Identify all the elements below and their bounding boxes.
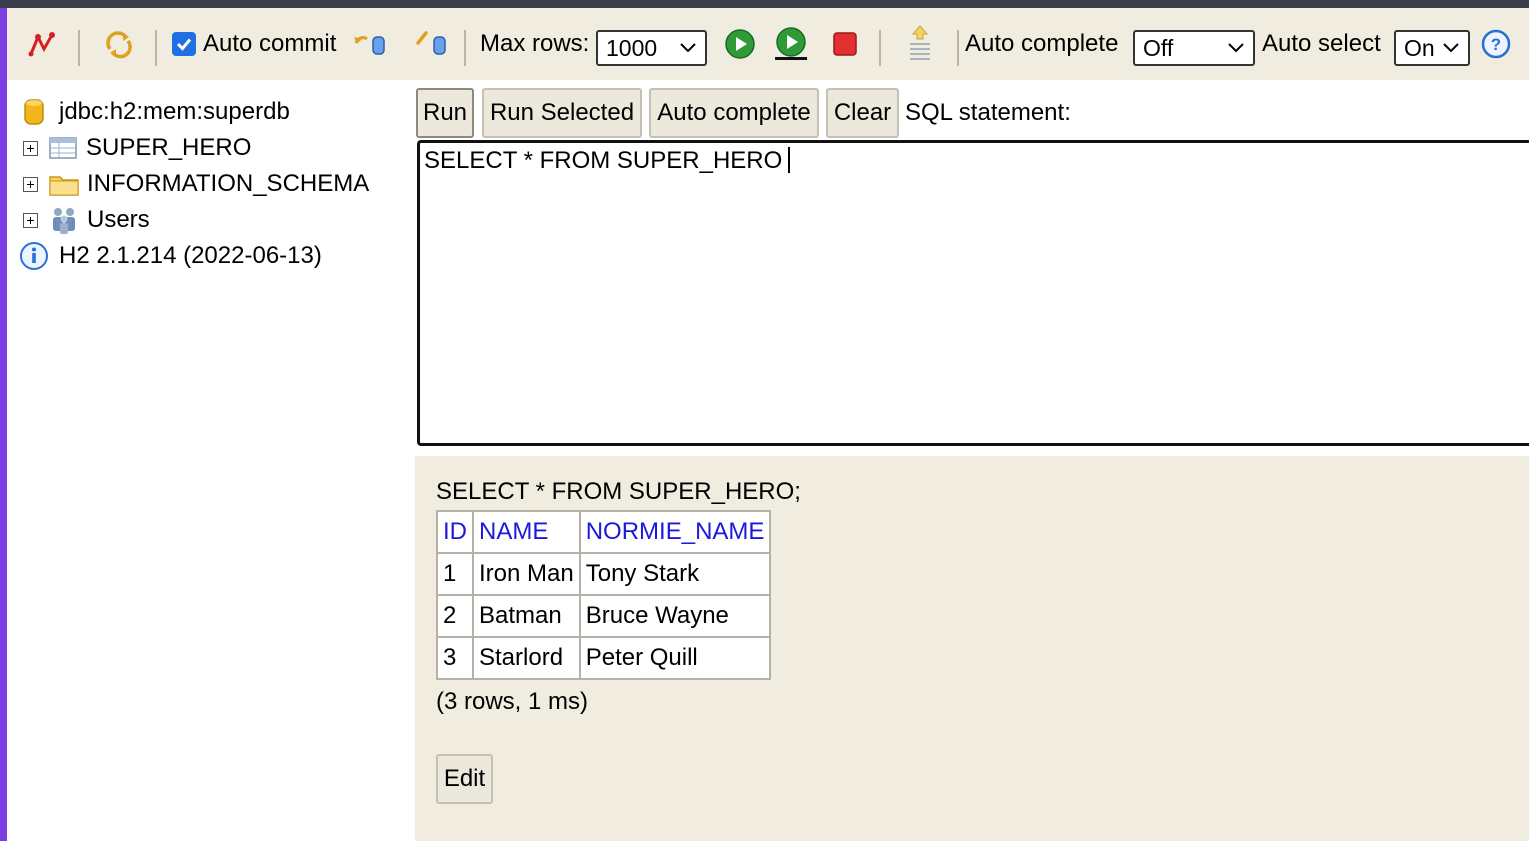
tree-item-label: Users bbox=[87, 206, 150, 233]
svg-text:?: ? bbox=[1491, 35, 1501, 54]
max-rows-select[interactable]: 1000 bbox=[596, 30, 707, 66]
info-icon bbox=[20, 242, 48, 270]
toolbar-separator bbox=[155, 30, 157, 66]
commit-icon[interactable] bbox=[412, 8, 452, 80]
toolbar-separator bbox=[78, 30, 80, 66]
chevron-down-icon bbox=[1228, 43, 1244, 53]
auto-select-select[interactable]: On bbox=[1394, 30, 1470, 66]
run-selected-icon[interactable] bbox=[771, 8, 811, 80]
database-icon bbox=[24, 99, 44, 125]
auto-complete-button[interactable]: Auto complete bbox=[649, 88, 819, 138]
tree-item-label: INFORMATION_SCHEMA bbox=[87, 170, 370, 197]
max-rows-label-wrap: Max rows: bbox=[480, 8, 589, 80]
table-cell: Iron Man bbox=[472, 552, 581, 596]
column-header-id[interactable]: ID bbox=[436, 510, 474, 554]
refresh-icon[interactable] bbox=[102, 8, 136, 80]
auto-complete-label-wrap: Auto complete bbox=[965, 8, 1118, 80]
max-rows-label: Max rows: bbox=[480, 30, 590, 57]
table-cell: Bruce Wayne bbox=[578, 594, 772, 638]
auto-commit-label: Auto commit bbox=[203, 30, 337, 57]
toolbar-separator bbox=[879, 30, 881, 66]
tree-item-super-hero[interactable]: SUPER_HERO bbox=[23, 131, 251, 165]
schema-tree: jdbc:h2:mem:superdb SUPER_HERO INFORMATI… bbox=[7, 80, 415, 841]
sql-statement-label: SQL statement: bbox=[905, 99, 1071, 126]
table-icon bbox=[49, 137, 77, 159]
table-cell: Batman bbox=[472, 594, 581, 638]
results-panel: SELECT * FROM SUPER_HERO; ID NAME NORMIE… bbox=[415, 456, 1529, 841]
auto-select-label-wrap: Auto select bbox=[1262, 8, 1381, 80]
table-cell: 2 bbox=[436, 594, 474, 638]
table-row: 2 Batman Bruce Wayne bbox=[436, 594, 772, 638]
history-icon[interactable] bbox=[903, 8, 937, 80]
sql-text: SELECT * FROM SUPER_HERO bbox=[424, 147, 783, 174]
edit-button[interactable]: Edit bbox=[436, 754, 493, 804]
text-caret bbox=[788, 147, 791, 173]
table-row: 3 Starlord Peter Quill bbox=[436, 636, 772, 680]
auto-complete-select[interactable]: Off bbox=[1133, 30, 1255, 66]
disconnect-icon[interactable] bbox=[25, 8, 59, 80]
run-selected-button[interactable]: Run Selected bbox=[482, 88, 642, 138]
column-header-name[interactable]: NAME bbox=[472, 510, 581, 554]
tree-item-label: SUPER_HERO bbox=[86, 134, 252, 161]
table-cell: 1 bbox=[436, 552, 474, 596]
chevron-down-icon bbox=[680, 43, 696, 53]
toolbar-separator bbox=[464, 30, 466, 66]
toolbar-separator bbox=[957, 30, 959, 66]
folder-icon bbox=[49, 176, 79, 196]
window-left-border bbox=[0, 8, 7, 841]
table-cell: Peter Quill bbox=[578, 636, 772, 680]
table-header-row: ID NAME NORMIE_NAME bbox=[436, 510, 772, 554]
table-cell: Starlord bbox=[472, 636, 581, 680]
users-icon bbox=[53, 208, 75, 234]
tree-version: H2 2.1.214 (2022-06-13) bbox=[19, 239, 322, 273]
rollback-icon[interactable] bbox=[351, 8, 391, 80]
expand-icon[interactable] bbox=[23, 212, 38, 228]
max-rows-value: 1000 bbox=[606, 34, 658, 61]
chevron-down-icon bbox=[1443, 43, 1459, 53]
stop-icon[interactable] bbox=[829, 8, 861, 80]
auto-commit-checkbox[interactable] bbox=[172, 32, 196, 56]
auto-select-value: On bbox=[1404, 34, 1435, 61]
query-pane: Run Run Selected Auto complete Clear SQL… bbox=[415, 80, 1529, 841]
table-cell: 3 bbox=[436, 636, 474, 680]
sql-editor[interactable]: SELECT * FROM SUPER_HERO bbox=[417, 140, 1529, 446]
tree-item-information-schema[interactable]: INFORMATION_SCHEMA bbox=[23, 167, 369, 201]
table-row: 1 Iron Man Tony Stark bbox=[436, 552, 772, 596]
tree-item-users[interactable]: Users bbox=[23, 203, 150, 237]
expand-icon[interactable] bbox=[23, 140, 38, 156]
expand-icon[interactable] bbox=[23, 176, 38, 192]
table-cell: Tony Stark bbox=[578, 552, 772, 596]
window-top-border bbox=[0, 0, 1529, 8]
result-query: SELECT * FROM SUPER_HERO; bbox=[436, 478, 801, 505]
column-header-normie-name[interactable]: NORMIE_NAME bbox=[578, 510, 772, 554]
help-icon[interactable]: ? bbox=[1479, 8, 1513, 80]
version-label: H2 2.1.214 (2022-06-13) bbox=[59, 242, 322, 269]
tree-connection[interactable]: jdbc:h2:mem:superdb bbox=[23, 95, 290, 129]
result-summary: (3 rows, 1 ms) bbox=[436, 688, 589, 715]
auto-complete-value: Off bbox=[1143, 34, 1174, 61]
results-table: ID NAME NORMIE_NAME 1 Iron Man Tony Star… bbox=[436, 510, 772, 680]
auto-commit-toggle[interactable]: Auto commit bbox=[172, 8, 336, 80]
clear-button[interactable]: Clear bbox=[826, 88, 899, 138]
auto-complete-label: Auto complete bbox=[965, 30, 1119, 57]
toolbar: Auto commit Max rows: 1000 Auto complete… bbox=[7, 8, 1529, 80]
run-icon[interactable] bbox=[723, 8, 757, 80]
run-button[interactable]: Run bbox=[416, 88, 474, 138]
auto-select-label: Auto select bbox=[1262, 30, 1381, 57]
connection-label: jdbc:h2:mem:superdb bbox=[59, 98, 290, 125]
